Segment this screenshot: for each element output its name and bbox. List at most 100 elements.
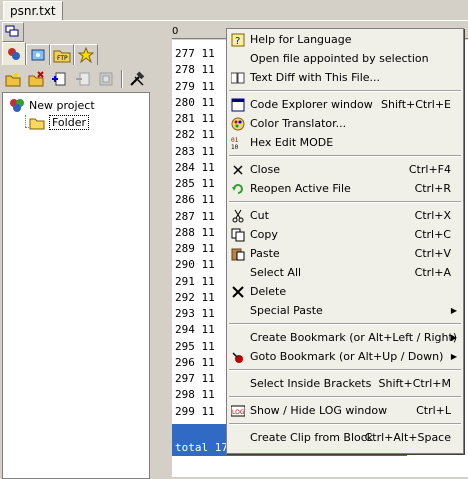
tab-favorites[interactable] (74, 44, 98, 65)
tab-ftp[interactable]: FTP (50, 44, 74, 65)
line-text: 11 (201, 79, 215, 93)
code-line: 281 11 (175, 111, 215, 127)
menu-copy[interactable]: Copy Ctrl+C (227, 226, 463, 244)
line-text: 11 (201, 177, 215, 190)
svg-text:FTP: FTP (57, 55, 68, 62)
line-number: 297 (175, 372, 195, 385)
menu-open-file-selection[interactable]: Open file appointed by selection (227, 50, 463, 68)
line-number: 280 (175, 95, 195, 109)
project-toolbar (2, 68, 148, 90)
menu-select-all[interactable]: Select All Ctrl+A (227, 264, 463, 282)
code-line: 289 11 (175, 241, 215, 257)
file-tab-psnr[interactable]: psnr.txt (3, 1, 63, 20)
menu-special-paste[interactable]: Special Paste ▶ (227, 302, 463, 320)
star-icon (78, 47, 94, 63)
menu-cut[interactable]: Cut Ctrl+X (227, 207, 463, 225)
line-number: 281 (175, 112, 195, 125)
context-menu: ? Help for Language Open file appointed … (226, 28, 464, 454)
line-number: 279 (175, 79, 195, 93)
tools-button[interactable] (127, 69, 148, 89)
tree-root-new-project[interactable]: New project (9, 97, 95, 113)
menu-reopen[interactable]: Reopen Active File Ctrl+R (227, 180, 463, 198)
code-line: 291 11 (175, 274, 215, 290)
project-panel: FTP New project Folder (0, 22, 150, 479)
remove-folder-button[interactable] (25, 69, 46, 89)
line-text: 11 (201, 339, 215, 353)
delete-icon (232, 286, 244, 298)
line-text: 11 (201, 144, 215, 158)
svg-text:LOG: LOG (232, 409, 245, 416)
properties-button[interactable] (95, 69, 116, 89)
add-file-button[interactable] (49, 69, 70, 89)
help-icon: ? (231, 33, 245, 47)
ftp-icon: FTP (53, 50, 71, 63)
new-folder-button[interactable] (2, 69, 23, 89)
menu-separator (229, 423, 461, 425)
menu-delete[interactable]: Delete (227, 283, 463, 301)
menu-separator (229, 396, 461, 398)
line-text: 11 (201, 128, 215, 142)
tab-project[interactable] (2, 42, 26, 65)
menu-create-bookmark[interactable]: Create Bookmark (or Alt+Left / Right) ▶ (227, 329, 463, 347)
code-line: 278 11 (175, 62, 215, 78)
tab-explorer[interactable] (26, 44, 50, 65)
code-line: 288 11 (175, 225, 215, 241)
scissors-icon (232, 209, 244, 223)
code-line: 297 11 (175, 371, 215, 387)
panel-switch-tab[interactable] (2, 22, 24, 42)
tree-item-folder-label: Folder (49, 115, 89, 130)
menu-create-clip[interactable]: Create Clip from Block Ctrl+Alt+Space (227, 429, 463, 447)
line-text: 11 (201, 258, 215, 272)
submenu-arrow-icon: ▶ (450, 333, 457, 342)
code-line: 295 11 (175, 339, 215, 355)
tree-connector (25, 115, 27, 127)
menu-close[interactable]: Close Ctrl+F4 (227, 161, 463, 179)
line-text: 11 (201, 47, 215, 60)
bookmark-icon (232, 352, 243, 363)
menu-hex-edit[interactable]: 01 10 Hex Edit MODE (227, 134, 463, 152)
menu-goto-bookmark[interactable]: Goto Bookmark (or Alt+Up / Down) ▶ (227, 348, 463, 366)
menu-color-translator[interactable]: Color Translator... (227, 115, 463, 133)
line-text: 11 (201, 404, 215, 418)
code-line: 283 11 (175, 144, 215, 160)
line-text: 11 (201, 95, 215, 109)
line-number: 299 (175, 404, 195, 418)
menu-select-brackets[interactable]: Select Inside Brackets Shift+Ctrl+M (227, 375, 463, 393)
line-number: 290 (175, 258, 195, 272)
menu-show-log[interactable]: LOG Show / Hide LOG window Ctrl+L (227, 402, 463, 420)
line-text: 11 (201, 372, 215, 385)
line-number: 293 (175, 307, 195, 320)
line-number: 278 (175, 63, 195, 77)
line-text: 11 (201, 323, 215, 337)
line-text: 11 (201, 307, 215, 320)
line-number: 287 (175, 209, 195, 223)
code-line: 287 11 (175, 209, 215, 225)
diff-icon (231, 72, 245, 84)
line-number: 291 (175, 274, 195, 288)
menu-paste[interactable]: Paste Ctrl+V (227, 245, 463, 263)
submenu-arrow-icon: ▶ (450, 352, 457, 361)
code-line: 298 11 (175, 387, 215, 403)
menu-code-explorer[interactable]: Code Explorer window Shift+Ctrl+E (227, 96, 463, 114)
code-explorer-icon (231, 98, 245, 112)
add-file-icon (52, 72, 66, 86)
line-text: 11 (201, 63, 215, 77)
line-number: 294 (175, 323, 195, 337)
code-line: 284 11 (175, 160, 215, 176)
project-icon (8, 48, 20, 60)
line-text: 11 (201, 290, 215, 304)
line-number: 283 (175, 144, 195, 158)
code-line: 293 11 (175, 306, 215, 322)
menu-separator (229, 155, 461, 157)
line-number: 284 (175, 160, 195, 174)
menu-help-language[interactable]: ? Help for Language (227, 31, 463, 49)
code-line: 290 11 (175, 257, 215, 273)
hex-icon: 0110 (231, 137, 239, 150)
project-icon (10, 99, 24, 112)
menu-text-diff[interactable]: Text Diff with This File... (227, 69, 463, 87)
line-text: 11 (201, 209, 215, 223)
tree-item-folder[interactable]: Folder (29, 115, 89, 130)
line-number: 289 (175, 242, 195, 255)
remove-file-button[interactable] (72, 69, 93, 89)
remove-folder-icon (28, 71, 44, 87)
